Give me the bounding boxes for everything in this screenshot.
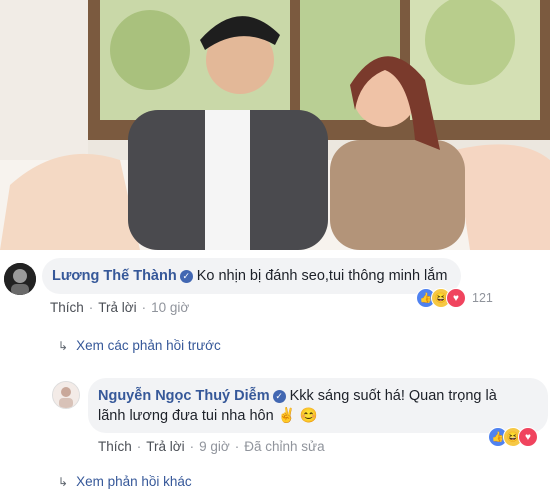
- comment-actions: Thích · Trả lời · 10 giờ: [50, 300, 189, 315]
- reply-text-line-1: Kkk sáng suốt há! Quan trọng là: [289, 388, 497, 404]
- reply-timestamp[interactable]: 9 giờ: [199, 439, 230, 454]
- like-link[interactable]: Thích: [98, 439, 132, 454]
- couple-photo-illustration: [0, 0, 550, 250]
- reply-bubble: Nguyễn Ngọc Thuý Diễm ✓ Kkk sáng suốt há! …: [88, 378, 548, 433]
- love-reaction-icon: ♥: [446, 288, 466, 308]
- comment-section: Lương Thế Thành ✓ Ko nhịn bị đánh seo,tui …: [0, 250, 550, 500]
- reaction-summary[interactable]: 👍 😆 ♥: [488, 427, 538, 447]
- reply-actions: Thích · Trả lời · 9 giờ · Đã chỉnh sửa: [98, 439, 325, 454]
- comment-bubble: Lương Thế Thành ✓ Ko nhịn bị đánh seo,tui …: [42, 258, 462, 294]
- separator: ·: [88, 300, 94, 315]
- reply-line-1: Nguyễn Ngọc Thuý Diễm ✓ Kkk sáng suốt há! …: [98, 386, 538, 406]
- verified-badge-icon: ✓: [179, 270, 193, 283]
- separator: ·: [234, 439, 240, 454]
- edited-label[interactable]: Đã chỉnh sửa: [244, 439, 324, 454]
- like-link[interactable]: Thích: [50, 300, 84, 315]
- reaction-count: 121: [472, 291, 493, 305]
- avatar-icon: [53, 382, 79, 408]
- reply-link[interactable]: Trả lời: [146, 439, 184, 454]
- reply-arrow-icon: ↳: [58, 475, 69, 489]
- reply-avatar[interactable]: [52, 381, 80, 409]
- view-previous-replies[interactable]: ↳ Xem các phản hồi trước: [58, 338, 221, 353]
- avatar-icon: [4, 263, 36, 295]
- reaction-summary[interactable]: 👍 😆 ♥ 121: [416, 288, 493, 308]
- comment-author[interactable]: Lương Thế Thành: [52, 268, 177, 284]
- reply-author[interactable]: Nguyễn Ngọc Thuý Diễm: [98, 388, 270, 404]
- reply-arrow-icon: ↳: [58, 339, 69, 353]
- separator: ·: [189, 439, 195, 454]
- comment-timestamp[interactable]: 10 giờ: [151, 300, 189, 315]
- love-reaction-icon: ♥: [518, 427, 538, 447]
- post-photo[interactable]: [0, 0, 550, 250]
- separator: ·: [141, 300, 147, 315]
- separator: ·: [136, 439, 142, 454]
- verified-badge-icon: ✓: [272, 390, 286, 403]
- view-more-replies[interactable]: ↳ Xem phản hồi khác: [58, 474, 192, 489]
- reply-link[interactable]: Trả lời: [98, 300, 136, 315]
- view-previous-label: Xem các phản hồi trước: [76, 338, 221, 353]
- reply-text-line-2: lãnh lương đưa tui nha hôn ✌️ 😊: [98, 408, 318, 424]
- comment-text: Ko nhịn bị đánh seo,tui thông minh lắm: [196, 268, 448, 284]
- view-more-label: Xem phản hồi khác: [76, 474, 192, 489]
- comment-avatar[interactable]: [4, 263, 36, 295]
